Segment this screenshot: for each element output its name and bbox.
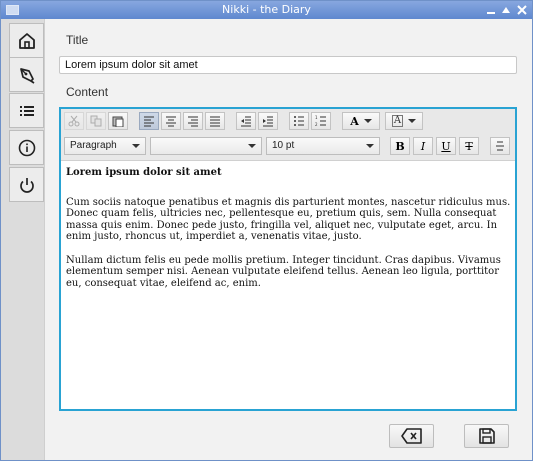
align-left-button[interactable] bbox=[139, 112, 159, 130]
copy-icon bbox=[90, 115, 102, 127]
italic-icon: I bbox=[420, 139, 426, 153]
title-label: Title bbox=[66, 33, 89, 47]
background-color-button[interactable]: A bbox=[385, 112, 423, 130]
text-color-button[interactable]: A bbox=[342, 112, 380, 130]
sidebar-item-home[interactable] bbox=[9, 23, 44, 58]
title-input[interactable]: Lorem ipsum dolor sit amet bbox=[59, 56, 517, 74]
home-icon bbox=[18, 32, 35, 49]
info-icon bbox=[18, 139, 35, 156]
title-bar: Nikki - the Diary bbox=[1, 1, 532, 19]
power-icon bbox=[19, 177, 34, 193]
sidebar-item-quit[interactable] bbox=[9, 167, 44, 202]
close-button[interactable] bbox=[515, 3, 529, 17]
save-icon bbox=[478, 428, 495, 444]
strikethrough-button[interactable]: T bbox=[459, 137, 479, 155]
outdent-button[interactable] bbox=[236, 112, 256, 130]
align-right-button[interactable] bbox=[183, 112, 203, 130]
maximize-button[interactable] bbox=[499, 3, 513, 17]
horizontal-rule-button[interactable] bbox=[490, 137, 510, 155]
outdent-icon bbox=[241, 116, 251, 127]
bold-icon: B bbox=[395, 139, 405, 153]
editor-toolbar: 12 A A Paragraph 10 pt B I U T bbox=[61, 109, 515, 161]
pen-icon bbox=[19, 67, 34, 84]
background-color-icon: A bbox=[391, 115, 404, 127]
window-menu-button[interactable] bbox=[6, 5, 19, 15]
editor-document[interactable]: Lorem ipsum dolor sit amet Cum sociis na… bbox=[66, 167, 512, 301]
svg-text:1: 1 bbox=[315, 115, 318, 120]
paragraph-style-value: Paragraph bbox=[70, 140, 117, 151]
rich-text-editor: 12 A A Paragraph 10 pt B I U T Lorem ips… bbox=[59, 107, 517, 411]
cut-button[interactable] bbox=[64, 112, 84, 130]
underline-button[interactable]: U bbox=[436, 137, 456, 155]
minimize-button[interactable] bbox=[484, 3, 498, 17]
indent-button[interactable] bbox=[258, 112, 278, 130]
bullet-list-icon bbox=[294, 116, 304, 126]
maximize-icon bbox=[502, 7, 510, 13]
bold-button[interactable]: B bbox=[390, 137, 410, 155]
paragraph-style-select[interactable]: Paragraph bbox=[64, 137, 146, 155]
minimize-icon bbox=[487, 12, 495, 14]
font-size-select[interactable]: 10 pt bbox=[266, 137, 380, 155]
align-center-button[interactable] bbox=[161, 112, 181, 130]
underline-icon: U bbox=[441, 139, 451, 153]
align-right-icon bbox=[188, 116, 198, 127]
numbered-list-icon: 12 bbox=[315, 115, 326, 127]
bullet-list-button[interactable] bbox=[289, 112, 309, 130]
save-button[interactable] bbox=[464, 424, 509, 448]
align-center-icon bbox=[166, 116, 176, 127]
align-justify-button[interactable] bbox=[205, 112, 225, 130]
sidebar bbox=[1, 19, 45, 460]
sidebar-item-list[interactable] bbox=[9, 93, 44, 128]
svg-text:2: 2 bbox=[315, 122, 318, 127]
align-justify-icon bbox=[210, 116, 220, 127]
paste-button[interactable] bbox=[108, 112, 128, 130]
copy-button[interactable] bbox=[86, 112, 106, 130]
app-window: Nikki - the Diary Title Lorem ipsum dolo… bbox=[0, 0, 533, 461]
numbered-list-button[interactable]: 12 bbox=[311, 112, 331, 130]
content-label: Content bbox=[66, 85, 109, 99]
strikethrough-icon: T bbox=[465, 139, 473, 153]
cut-icon bbox=[68, 115, 80, 127]
list-icon bbox=[19, 105, 34, 116]
backspace-icon bbox=[400, 428, 422, 444]
document-paragraph: Cum sociis natoque penatibus et magnis d… bbox=[66, 196, 511, 243]
document-heading: Lorem ipsum dolor sit amet bbox=[66, 167, 222, 178]
paste-icon bbox=[112, 116, 124, 127]
font-size-value: 10 pt bbox=[272, 140, 295, 151]
window-title: Nikki - the Diary bbox=[222, 3, 311, 16]
sidebar-item-about[interactable] bbox=[9, 130, 44, 165]
align-left-icon bbox=[144, 116, 154, 127]
italic-button[interactable]: I bbox=[413, 137, 433, 155]
text-color-icon: A bbox=[350, 114, 359, 128]
sidebar-item-write[interactable] bbox=[9, 57, 44, 92]
indent-icon bbox=[263, 116, 273, 127]
horizontal-rule-icon bbox=[496, 141, 504, 151]
main-content: Title Lorem ipsum dolor sit amet Content bbox=[45, 19, 532, 460]
document-paragraph: Nullam dictum felis eu pede mollis preti… bbox=[66, 254, 501, 289]
close-icon bbox=[517, 5, 527, 15]
font-family-select[interactable] bbox=[150, 137, 262, 155]
discard-button[interactable] bbox=[389, 424, 434, 448]
